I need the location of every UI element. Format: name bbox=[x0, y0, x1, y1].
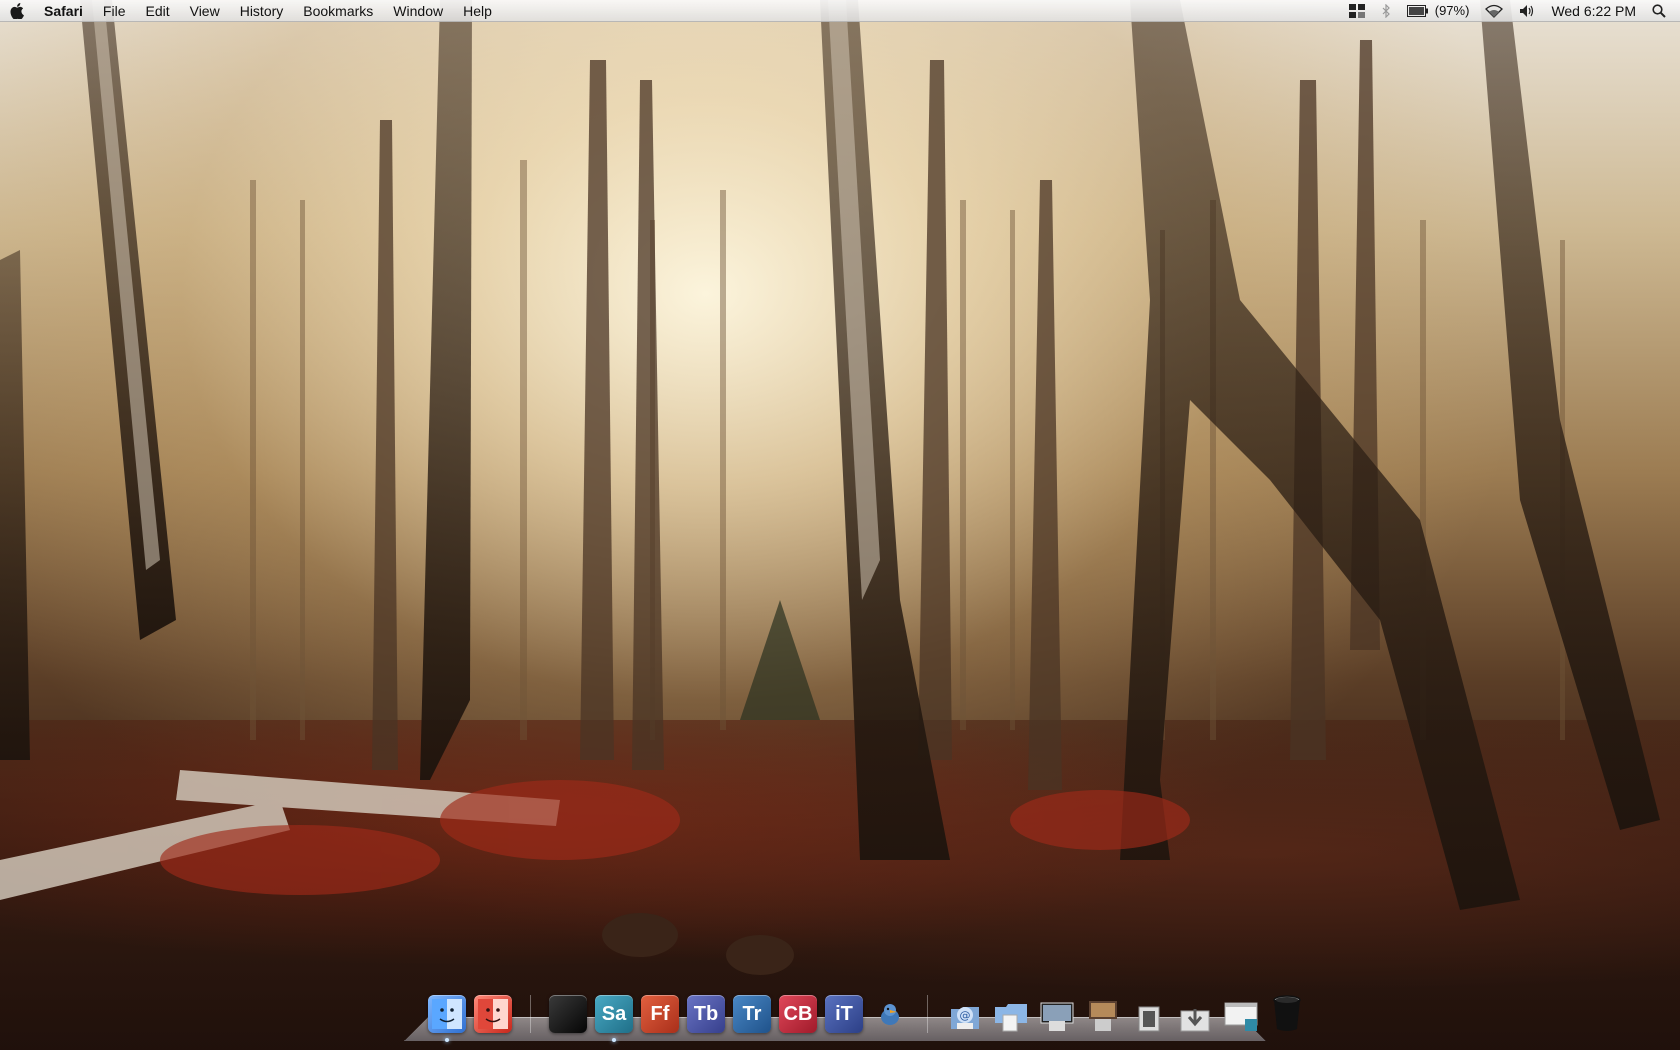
menu-bar: Safari File Edit View History Bookmarks … bbox=[0, 0, 1680, 22]
menu-window[interactable]: Window bbox=[383, 0, 453, 22]
battery-percentage: (97%) bbox=[1434, 3, 1470, 18]
menu-view[interactable]: View bbox=[180, 0, 230, 22]
thunderbird-icon[interactable]: Tb bbox=[687, 995, 725, 1033]
safari-icon[interactable]: Sa bbox=[595, 995, 633, 1042]
bluetooth-icon[interactable] bbox=[1373, 0, 1399, 22]
menu-edit[interactable]: Edit bbox=[135, 0, 179, 22]
cyberduck-icon[interactable]: CB bbox=[779, 995, 817, 1033]
dock-items: Sa Ff Tb Tr CB iT @ bbox=[428, 991, 1306, 1042]
finder-alt-icon[interactable] bbox=[474, 995, 512, 1033]
applications-stack-icon[interactable]: @ bbox=[946, 995, 984, 1033]
spotlight-search-icon[interactable] bbox=[1644, 0, 1674, 22]
menu-clock[interactable]: Wed 6:22 PM bbox=[1543, 0, 1644, 22]
cyberduck-label: CB bbox=[783, 1002, 813, 1025]
menu-app-name[interactable]: Safari bbox=[34, 0, 93, 22]
terminal-icon[interactable] bbox=[549, 995, 587, 1033]
movies-stack-icon[interactable] bbox=[1130, 995, 1168, 1033]
wifi-icon[interactable] bbox=[1477, 0, 1511, 22]
firefox-icon[interactable]: Ff bbox=[641, 995, 679, 1033]
menu-extras: (97%) Wed 6:22 PM bbox=[1341, 0, 1680, 22]
volume-icon[interactable] bbox=[1511, 0, 1543, 22]
menu-bookmarks[interactable]: Bookmarks bbox=[293, 0, 383, 22]
firefox-label: Ff bbox=[650, 1002, 670, 1025]
finder-icon[interactable] bbox=[428, 995, 466, 1042]
transmission-icon[interactable]: Tr bbox=[733, 995, 771, 1033]
apple-menu-icon[interactable] bbox=[0, 2, 34, 19]
safari-window-stack-icon[interactable] bbox=[1222, 995, 1260, 1033]
safari-label: Sa bbox=[601, 1002, 627, 1025]
bird-icon[interactable] bbox=[871, 995, 909, 1033]
thunderbird-label: Tb bbox=[693, 1002, 719, 1025]
trash-icon[interactable] bbox=[1268, 995, 1306, 1033]
menu-history[interactable]: History bbox=[230, 0, 294, 22]
documents-stack-icon[interactable] bbox=[992, 995, 1030, 1033]
dock: Sa Ff Tb Tr CB iT @ bbox=[404, 985, 1301, 1042]
desktop[interactable]: Safari File Edit View History Bookmarks … bbox=[0, 0, 1680, 1050]
menu-file[interactable]: File bbox=[93, 0, 136, 22]
dock-separator bbox=[927, 995, 928, 1033]
itunes-icon[interactable]: iT bbox=[825, 995, 863, 1033]
battery-status[interactable]: (97%) bbox=[1399, 0, 1478, 22]
battery-icon bbox=[1406, 4, 1428, 17]
screenshots-stack-icon[interactable] bbox=[1038, 995, 1076, 1033]
itunes-label: iT bbox=[835, 1002, 853, 1025]
menu-help[interactable]: Help bbox=[453, 0, 502, 22]
downloads-stack-icon[interactable] bbox=[1176, 995, 1214, 1033]
pictures-stack-icon[interactable] bbox=[1084, 995, 1122, 1033]
dock-separator bbox=[530, 995, 531, 1033]
spaces-icon[interactable] bbox=[1341, 0, 1373, 22]
forest-wallpaper bbox=[0, 0, 1660, 975]
svg-text:@: @ bbox=[960, 1009, 971, 1022]
transmission-label: Tr bbox=[742, 1002, 762, 1025]
